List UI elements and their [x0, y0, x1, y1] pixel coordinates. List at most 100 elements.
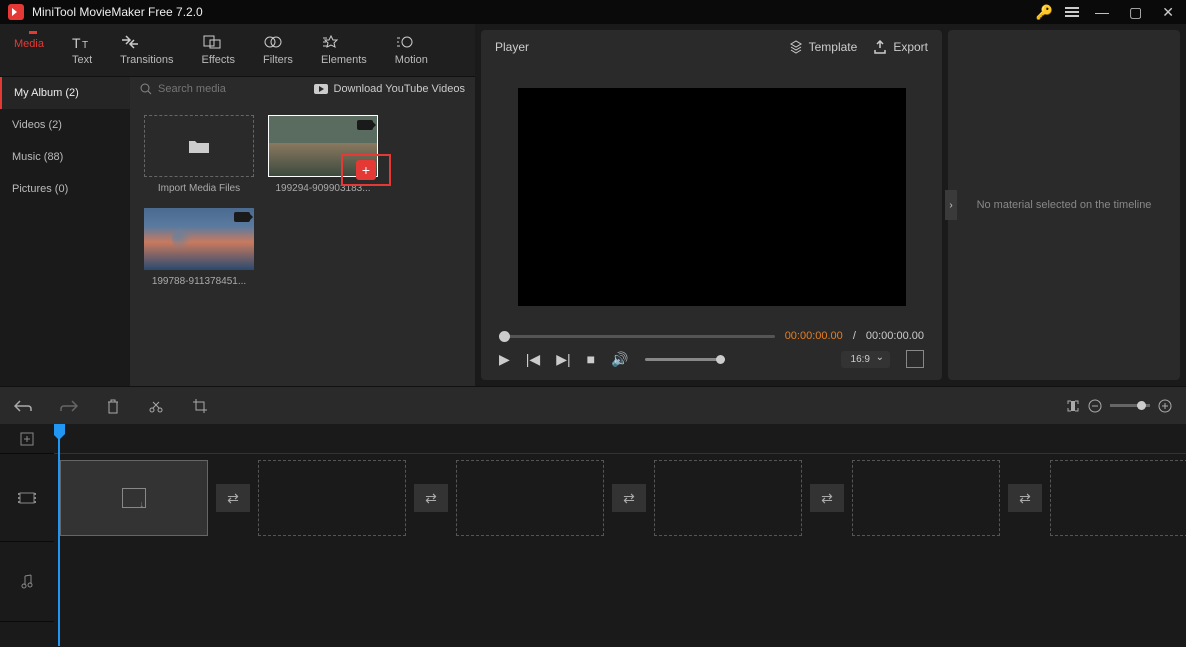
youtube-icon — [314, 84, 328, 94]
audio-track-icon — [0, 542, 54, 622]
motion-icon — [395, 34, 415, 50]
fullscreen-button[interactable] — [906, 350, 924, 368]
preview-viewport — [518, 88, 906, 306]
sidebar-item-music[interactable]: Music (88) — [0, 141, 130, 173]
import-media-button[interactable]: Import Media Files — [144, 115, 254, 194]
download-youtube-button[interactable]: Download YouTube Videos — [314, 83, 466, 95]
media-item-2-label: 199788-911378451... — [144, 276, 254, 287]
auto-fit-icon[interactable] — [1066, 399, 1080, 413]
volume-slider[interactable] — [645, 358, 725, 361]
tab-motion[interactable]: Motion — [381, 24, 442, 76]
delete-button[interactable] — [106, 398, 120, 414]
effects-icon — [202, 34, 222, 50]
search-input[interactable] — [158, 83, 258, 95]
tab-motion-label: Motion — [395, 54, 428, 66]
timeline-toolbar — [0, 386, 1186, 424]
media-item-1[interactable]: + 199294-909903183... — [268, 115, 378, 194]
add-to-timeline-overlay[interactable]: + — [341, 154, 391, 186]
tab-elements-label: Elements — [321, 54, 367, 66]
filters-icon — [263, 34, 283, 50]
clip-slot[interactable] — [852, 460, 1000, 536]
close-button[interactable]: ✕ — [1158, 4, 1178, 21]
template-button[interactable]: Template — [789, 40, 858, 54]
properties-panel: › No material selected on the timeline — [948, 30, 1180, 380]
search-icon — [140, 83, 152, 95]
video-track[interactable]: ⇄ ⇄ ⇄ ⇄ ⇄ ⇄ — [54, 454, 1186, 542]
time-separator: / — [853, 330, 856, 342]
tab-effects[interactable]: Effects — [188, 24, 249, 76]
video-track-icon — [0, 454, 54, 542]
progress-slider[interactable] — [499, 335, 775, 338]
titlebar: MiniTool MovieMaker Free 7.2.0 🔑 — ▢ ✕ — [0, 0, 1186, 24]
stop-button[interactable]: ■ — [587, 351, 595, 367]
svg-text:T: T — [72, 35, 81, 50]
text-icon: TT — [72, 34, 92, 50]
clip-slot[interactable] — [456, 460, 604, 536]
elements-icon — [321, 34, 341, 50]
app-logo-icon — [8, 4, 24, 20]
transitions-icon — [120, 34, 140, 50]
tab-effects-label: Effects — [202, 54, 235, 66]
zoom-out-button[interactable] — [1088, 399, 1102, 413]
transition-slot[interactable]: ⇄ — [414, 484, 448, 512]
playhead[interactable] — [58, 424, 60, 646]
tab-transitions-label: Transitions — [120, 54, 173, 66]
drop-icon — [122, 488, 146, 508]
timeline-tracks[interactable]: ⇄ ⇄ ⇄ ⇄ ⇄ ⇄ — [54, 424, 1186, 646]
key-icon[interactable]: 🔑 — [1036, 4, 1053, 21]
sidebar-item-myalbum[interactable]: My Album (2) — [0, 77, 130, 109]
clip-slot[interactable] — [258, 460, 406, 536]
transition-slot[interactable]: ⇄ — [612, 484, 646, 512]
audio-track[interactable] — [54, 542, 1186, 622]
collapse-button[interactable]: › — [945, 190, 957, 220]
media-item-2[interactable]: 199788-911378451... — [144, 208, 254, 287]
play-button[interactable]: ▶ — [499, 351, 510, 368]
undo-button[interactable] — [14, 399, 32, 413]
transition-slot[interactable]: ⇄ — [216, 484, 250, 512]
clip-slot[interactable] — [654, 460, 802, 536]
add-track-button[interactable] — [0, 424, 54, 454]
library-sidebar: My Album (2) Videos (2) Music (88) Pictu… — [0, 77, 130, 386]
sidebar-item-videos[interactable]: Videos (2) — [0, 109, 130, 141]
zoom-in-button[interactable] — [1158, 399, 1172, 413]
menu-icon[interactable] — [1065, 7, 1079, 17]
timeline-ruler[interactable] — [54, 424, 1186, 454]
transition-slot[interactable]: ⇄ — [1008, 484, 1042, 512]
folder-icon — [187, 137, 211, 155]
prev-frame-button[interactable]: |◀ — [526, 351, 540, 368]
main-tabs: Media TT Text Transitions Effects Filter… — [0, 24, 475, 77]
import-label: Import Media Files — [144, 183, 254, 194]
transition-slot[interactable]: ⇄ — [810, 484, 844, 512]
search-media[interactable] — [140, 83, 258, 95]
redo-button[interactable] — [60, 399, 78, 413]
minimize-button[interactable]: — — [1091, 4, 1113, 20]
time-total: 00:00:00.00 — [866, 330, 924, 342]
next-frame-button[interactable]: ▶| — [556, 351, 570, 368]
clip-slot[interactable] — [1050, 460, 1186, 536]
video-badge-icon — [357, 120, 373, 130]
aspect-ratio-select[interactable]: 16:9 — [841, 351, 890, 368]
tab-filters-label: Filters — [263, 54, 293, 66]
tab-media[interactable]: Media — [0, 24, 58, 76]
svg-text:T: T — [82, 40, 88, 50]
tab-text-label: Text — [72, 54, 92, 66]
split-button[interactable] — [148, 398, 164, 414]
time-current: 00:00:00.00 — [785, 330, 843, 342]
export-button[interactable]: Export — [873, 40, 928, 54]
crop-button[interactable] — [192, 398, 208, 414]
maximize-button[interactable]: ▢ — [1125, 4, 1146, 21]
clip-dropzone[interactable] — [60, 460, 208, 536]
timeline: ⇄ ⇄ ⇄ ⇄ ⇄ ⇄ — [0, 424, 1186, 646]
sidebar-item-pictures[interactable]: Pictures (0) — [0, 173, 130, 205]
tab-transitions[interactable]: Transitions — [106, 24, 187, 76]
tab-text[interactable]: TT Text — [58, 24, 106, 76]
tab-elements[interactable]: Elements — [307, 24, 381, 76]
template-label: Template — [809, 40, 858, 54]
player-title: Player — [495, 40, 529, 54]
tab-filters[interactable]: Filters — [249, 24, 307, 76]
video-badge-icon — [234, 212, 250, 222]
volume-icon[interactable]: 🔊 — [611, 351, 628, 368]
player-panel: Player Template Export 00:00:00.00 / 00:… — [481, 30, 942, 380]
zoom-slider[interactable] — [1110, 404, 1150, 407]
media-panel: Media TT Text Transitions Effects Filter… — [0, 24, 475, 386]
